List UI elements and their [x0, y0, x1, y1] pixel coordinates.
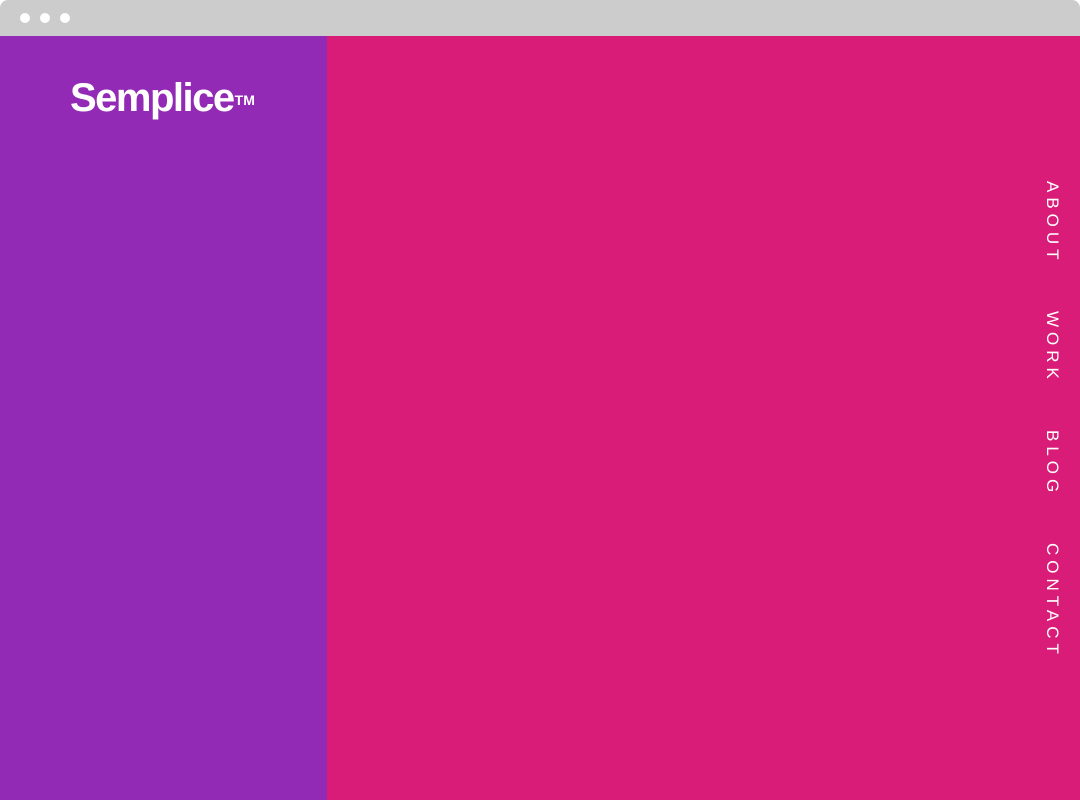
- brand-name: Semplice: [70, 76, 235, 120]
- window-control-dot[interactable]: [20, 13, 30, 23]
- window-control-dot[interactable]: [40, 13, 50, 23]
- nav-link-blog[interactable]: BLOG: [1041, 430, 1063, 497]
- brand-logo[interactable]: SempliceTM: [70, 76, 255, 120]
- window-control-dot[interactable]: [60, 13, 70, 23]
- nav-link-about[interactable]: ABOUT: [1041, 181, 1063, 265]
- nav-link-contact[interactable]: CONTACT: [1041, 543, 1063, 659]
- browser-window: SempliceTM ABOUT WORK BLOG CONTACT: [0, 0, 1080, 800]
- nav-link-work[interactable]: WORK: [1041, 311, 1063, 384]
- window-titlebar: [0, 0, 1080, 36]
- trademark-symbol: TM: [234, 92, 255, 108]
- left-panel: SempliceTM: [0, 36, 327, 800]
- right-panel: [327, 36, 1080, 800]
